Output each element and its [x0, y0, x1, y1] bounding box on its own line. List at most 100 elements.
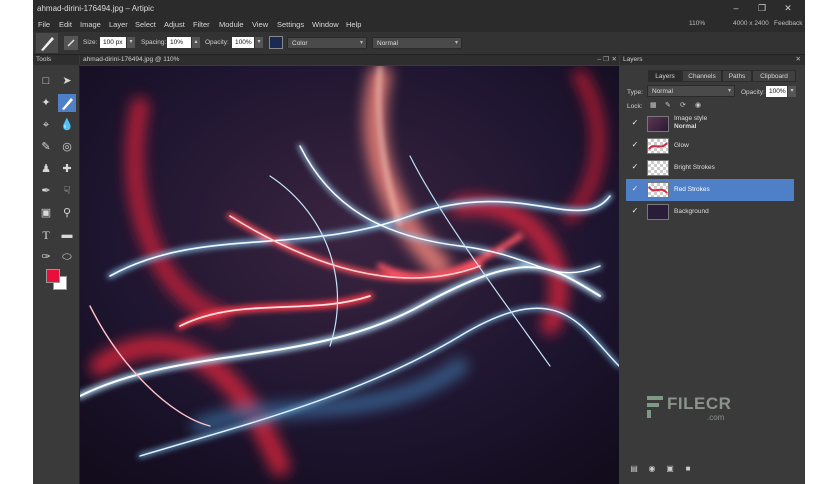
layer-row-bright-strokes[interactable]: ✓ Bright Strokes — [626, 157, 794, 179]
chevron-down-icon: ▾ — [359, 40, 363, 46]
window-title: ahmad-dirini-176494.jpg – Artipic — [37, 4, 154, 13]
fill-gradient-tool[interactable]: ▬ — [58, 226, 76, 244]
foreground-color-swatch[interactable] — [46, 269, 60, 283]
text-tool[interactable]: T — [37, 226, 55, 244]
crop-tool[interactable]: ⌖ — [37, 116, 55, 134]
eraser-tool[interactable]: ✎ — [37, 138, 55, 156]
link-layers-icon[interactable]: ▤ — [628, 463, 640, 475]
menu-select[interactable]: Select — [135, 20, 156, 29]
close-button[interactable]: ✕ — [777, 2, 799, 15]
layer-thumbnail — [647, 116, 669, 132]
feedback-link[interactable]: Feedback — [774, 20, 803, 27]
marquee-select-tool[interactable]: □ — [37, 72, 55, 90]
layer-row-image-style[interactable]: ✓ Image style Normal — [626, 113, 794, 135]
healing-tool[interactable]: ✚ — [58, 160, 76, 178]
gradient-tool[interactable]: ▣ — [37, 204, 55, 222]
menu-filter[interactable]: Filter — [193, 20, 210, 29]
layer-thumb-preview — [648, 142, 668, 150]
ellipse-tool[interactable]: ⬭ — [58, 248, 76, 266]
layer-row-red-strokes[interactable]: ✓ Red Strokes — [626, 179, 794, 201]
lock-position-icon[interactable]: ⟳ — [680, 101, 686, 109]
maximize-button[interactable]: ❐ — [751, 2, 773, 15]
brush-opacity-input[interactable]: 100% — [232, 37, 254, 48]
pen-tool[interactable]: ✑ — [37, 248, 55, 266]
eyedropper-icon: ✒ — [41, 185, 51, 197]
menu-edit[interactable]: Edit — [59, 20, 72, 29]
menu-image[interactable]: Image — [80, 20, 101, 29]
opacity-dropdown-arrow[interactable]: ▾ — [255, 37, 263, 48]
stamp-tool[interactable]: ♟ — [37, 160, 55, 178]
color-swatch-button[interactable] — [269, 36, 283, 49]
brush-shape-button[interactable] — [64, 36, 78, 50]
menu-help[interactable]: Help — [346, 20, 361, 29]
menu-window[interactable]: Window — [312, 20, 339, 29]
magic-wand-tool[interactable]: ✦ — [37, 94, 55, 112]
visibility-check-icon[interactable]: ✓ — [630, 184, 640, 194]
clone-icon: ◎ — [62, 141, 72, 153]
size-dropdown-arrow[interactable]: ▾ — [127, 37, 135, 48]
tools-panel-title: Tools — [36, 56, 52, 63]
zoom-readout: 110% — [689, 20, 706, 27]
crop-icon: ⌖ — [42, 119, 50, 131]
lock-all-icon[interactable]: ◉ — [695, 101, 701, 109]
spacing-input[interactable]: 10% — [167, 37, 191, 48]
visibility-check-icon[interactable]: ✓ — [630, 162, 640, 172]
doc-minimize-icon[interactable]: – — [597, 55, 601, 65]
layer-opacity-input[interactable]: 100% — [766, 86, 787, 97]
lock-transparency-icon[interactable]: ▦ — [650, 101, 657, 109]
spacing-stepper[interactable]: ▴ — [192, 37, 200, 48]
move-tool[interactable]: ➤ — [58, 72, 76, 90]
brush-mode-dropdown[interactable]: Color ▾ — [287, 37, 367, 49]
blend-mode-dropdown[interactable]: Normal ▾ — [372, 37, 462, 49]
layer-row-background[interactable]: ✓ Background — [626, 201, 794, 223]
smudge-tool[interactable]: ☟ — [58, 182, 76, 200]
pointer-icon: ➤ — [62, 75, 72, 87]
menu-layer[interactable]: Layer — [109, 20, 128, 29]
brush-preset-button[interactable] — [36, 33, 58, 53]
eyedropper-tool[interactable]: ✒ — [37, 182, 55, 200]
menu-module[interactable]: Module — [219, 20, 244, 29]
layers-panel-close-icon[interactable]: ✕ — [796, 55, 801, 65]
layer-style-icon[interactable]: ◉ — [646, 463, 658, 475]
menu-settings[interactable]: Settings — [277, 20, 304, 29]
blur-tool[interactable]: 💧 — [58, 116, 76, 134]
marquee-icon: □ — [42, 75, 50, 87]
minimize-button[interactable]: – — [725, 2, 747, 15]
layer-blend-dropdown[interactable]: Normal ▾ — [647, 85, 735, 97]
brush-icon — [41, 37, 54, 51]
clone-stamp-tool[interactable]: ◎ — [58, 138, 76, 156]
smudge-icon: ☟ — [63, 185, 71, 197]
delete-layer-icon[interactable]: ■ — [682, 463, 694, 475]
tab-paths[interactable]: Paths — [722, 70, 752, 82]
menu-adjust[interactable]: Adjust — [164, 20, 185, 29]
visibility-check-icon[interactable]: ✓ — [630, 118, 640, 128]
pen-icon: ✑ — [41, 251, 51, 263]
brush-tip-icon — [67, 39, 75, 47]
tool-options-bar: Size: 100 px ▾ Spacing: 10% ▴ Opacity: 1… — [33, 32, 805, 55]
tab-channels[interactable]: Channels — [682, 70, 722, 82]
tab-layers[interactable]: Layers — [648, 70, 682, 82]
tab-clipboard[interactable]: Clipboard — [752, 70, 796, 82]
layer-thumbnail — [647, 204, 669, 220]
layer-opacity-arrow[interactable]: ▾ — [788, 86, 796, 97]
new-layer-icon[interactable]: ▣ — [664, 463, 676, 475]
layer-row-glow[interactable]: ✓ Glow — [626, 135, 794, 157]
menu-file[interactable]: File — [38, 20, 50, 29]
menu-view[interactable]: View — [252, 20, 268, 29]
size-input[interactable]: 100 px — [100, 37, 126, 48]
lock-pixels-icon[interactable]: ✎ — [665, 101, 671, 109]
tools-panel: □ ➤ ✦ ⌖ 💧 ✎ ◎ ♟ ✚ ✒ ☟ ▣ ⚲ T ▬ ✑ ⬭ — [33, 65, 80, 484]
brush-tool[interactable] — [58, 94, 76, 112]
layer-name: Background — [674, 208, 709, 215]
stamp-icon: ♟ — [41, 163, 51, 175]
filecr-logo-icon — [647, 396, 663, 418]
layer-thumbnail — [647, 182, 669, 198]
doc-restore-icon[interactable]: ❐ — [603, 55, 609, 65]
visibility-check-icon[interactable]: ✓ — [630, 206, 640, 216]
zoom-tool[interactable]: ⚲ — [58, 204, 76, 222]
document-canvas[interactable] — [80, 66, 619, 484]
doc-close-icon[interactable]: ✕ — [612, 55, 617, 65]
visibility-check-icon[interactable]: ✓ — [630, 140, 640, 150]
document-tab[interactable]: ahmad-dirini-176494.jpg @ 110% – ❐ ✕ — [80, 55, 619, 65]
chevron-down-icon: ▾ — [454, 40, 458, 46]
